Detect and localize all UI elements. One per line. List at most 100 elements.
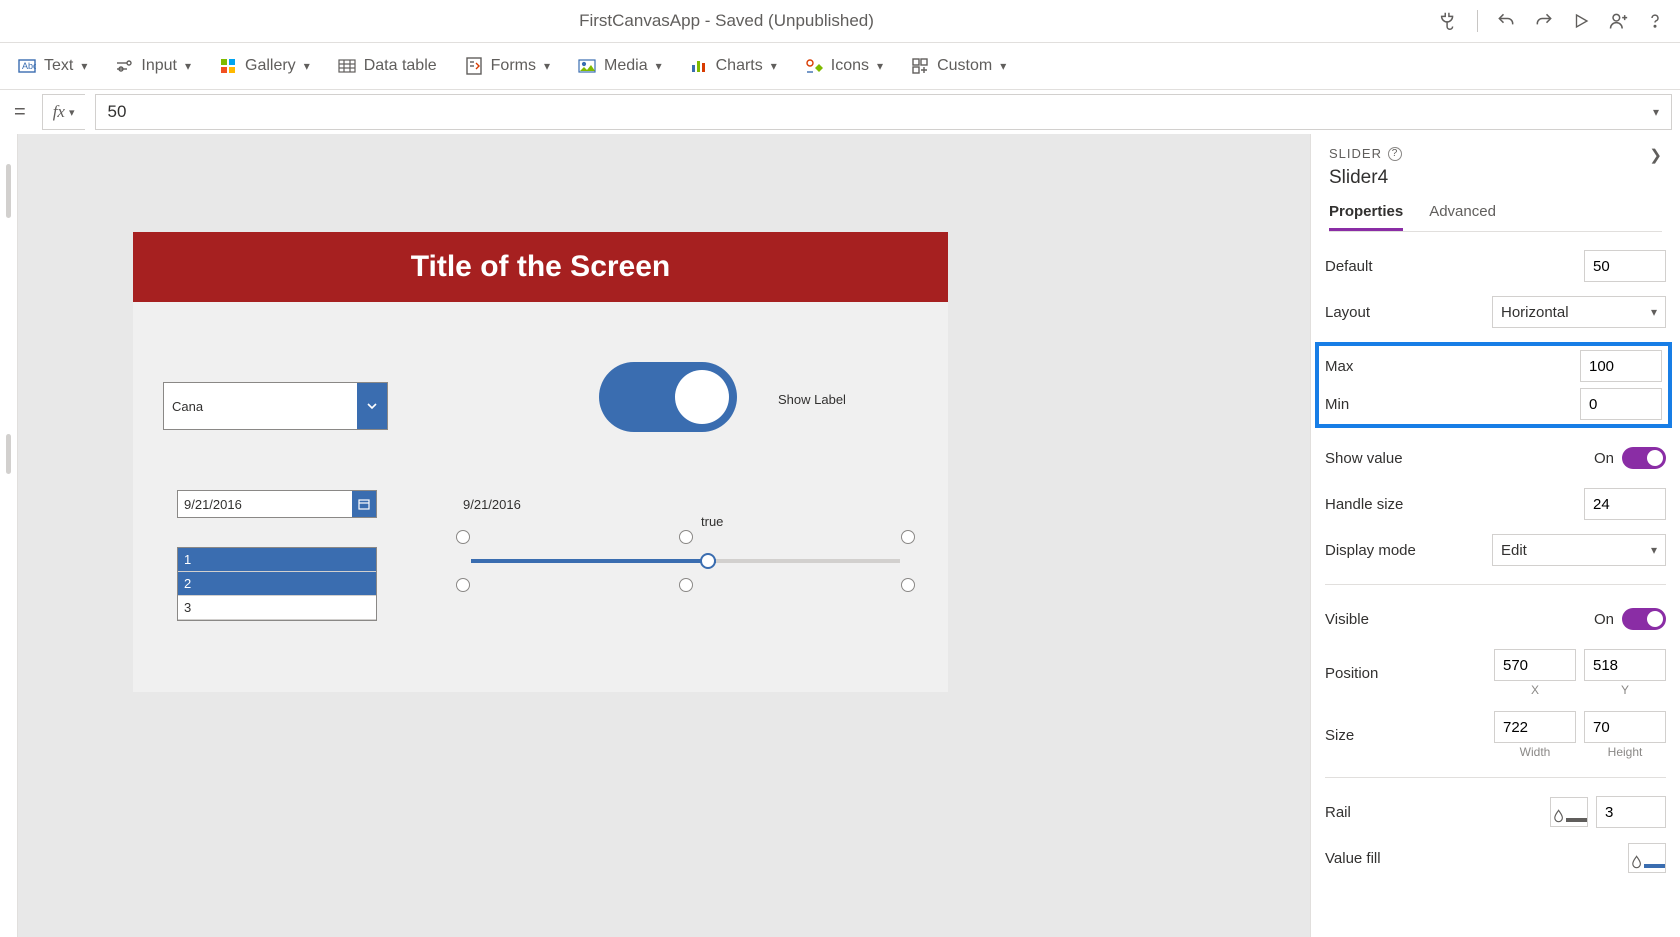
display-mode-value: Edit [1501,542,1527,559]
left-rail[interactable] [0,134,18,937]
screen-title-label[interactable]: Title of the Screen [133,232,948,302]
help-icon[interactable] [1646,10,1664,32]
chevron-down-icon: ▾ [1651,305,1657,319]
chevron-down-icon: ▾ [185,59,191,73]
handle-size-input[interactable] [1584,488,1666,520]
rail-input[interactable] [1596,796,1666,828]
date-picker-control[interactable]: 9/21/2016 [177,490,377,518]
dropdown-control[interactable]: Cana [163,382,388,430]
undo-icon[interactable] [1496,11,1516,31]
listbox-control[interactable]: 1 2 3 [177,547,377,621]
layout-select[interactable]: Horizontal ▾ [1492,296,1666,328]
show-value-toggle[interactable] [1622,447,1666,469]
text-icon: Abc [18,57,36,75]
value-fill-color-swatch[interactable] [1628,843,1666,873]
resize-handle[interactable] [679,530,693,544]
ribbon-input-label: Input [141,57,177,75]
collapse-pane-icon[interactable]: ❯ [1649,146,1662,164]
list-item[interactable]: 3 [178,596,376,620]
prop-label: Value fill [1325,850,1381,867]
resize-handle[interactable] [901,578,915,592]
formula-bar: = fx▾ 50 ▾ [0,90,1680,134]
prop-label: Position [1325,665,1378,682]
ribbon-charts-label: Charts [716,57,763,75]
default-input[interactable] [1584,250,1666,282]
slider-value-label[interactable]: true [701,514,723,529]
media-icon [578,57,596,75]
insert-ribbon: Abc Text ▾ Input ▾ Gallery▾ Data table For… [0,42,1680,90]
calendar-icon[interactable] [352,491,376,517]
formula-input[interactable]: 50 ▾ [95,94,1673,130]
canvas-screen[interactable]: Title of the Screen Cana Show Label 9/21… [133,232,948,692]
canvas-area[interactable]: Title of the Screen Cana Show Label 9/21… [18,134,1310,937]
slider-thumb[interactable] [700,553,716,569]
height-input[interactable] [1584,711,1666,743]
ribbon-text[interactable]: Abc Text ▾ [18,57,87,75]
ribbon-custom-label: Custom [937,57,992,75]
prop-label: Visible [1325,611,1369,628]
account-icon[interactable] [1608,11,1628,31]
control-name[interactable]: Slider4 [1329,167,1662,189]
redo-icon[interactable] [1534,11,1554,31]
resize-handle[interactable] [901,530,915,544]
help-icon[interactable]: ? [1388,147,1402,161]
prop-display-mode: Display mode Edit▾ [1325,534,1666,566]
svg-text:Abc: Abc [22,61,36,71]
prop-position: Position X Y [1325,649,1666,697]
prop-size: Size Width Height [1325,711,1666,759]
app-title: FirstCanvasApp - Saved (Unpublished) [16,11,1437,31]
visible-toggle[interactable] [1622,608,1666,630]
width-sublabel: Width [1520,745,1551,759]
rail-color-swatch[interactable] [1550,797,1588,827]
chevron-down-icon: ▾ [1651,543,1657,557]
health-check-icon[interactable] [1437,10,1459,32]
canvas-body: Cana Show Label 9/21/2016 9/21/2016 true… [133,302,948,692]
tab-properties[interactable]: Properties [1329,203,1403,231]
prop-label: Max [1325,358,1353,375]
play-icon[interactable] [1572,12,1590,30]
gallery-icon [219,57,237,75]
list-item[interactable]: 2 [178,572,376,596]
width-input[interactable] [1494,711,1576,743]
display-mode-select[interactable]: Edit ▾ [1492,534,1666,566]
min-input[interactable] [1580,388,1662,420]
chevron-down-icon: ▾ [81,59,87,73]
prop-label: Size [1325,727,1354,744]
date-display-label[interactable]: 9/21/2016 [463,497,521,512]
ribbon-media[interactable]: Media▾ [578,57,662,75]
list-item[interactable]: 1 [178,548,376,572]
ribbon-forms[interactable]: Forms ▾ [465,57,550,75]
ribbon-text-label: Text [44,57,73,75]
chevron-down-icon: ▾ [304,59,310,73]
formula-property-dropdown[interactable]: fx▾ [42,94,85,130]
toggle-label[interactable]: Show Label [778,392,846,407]
workspace: Title of the Screen Cana Show Label 9/21… [0,134,1680,937]
layout-value: Horizontal [1501,304,1569,321]
tab-advanced[interactable]: Advanced [1429,203,1496,231]
ribbon-charts[interactable]: Charts ▾ [690,57,777,75]
chevron-down-icon: ▾ [877,59,883,73]
ribbon-custom[interactable]: Custom▾ [911,57,1006,75]
formula-equals-icon: = [8,101,32,124]
ribbon-input[interactable]: Input ▾ [115,57,191,75]
max-input[interactable] [1580,350,1662,382]
resize-handle[interactable] [679,578,693,592]
properties-tabs: Properties Advanced [1329,203,1662,232]
ribbon-icons[interactable]: Icons ▾ [805,57,883,75]
resize-handle[interactable] [456,530,470,544]
toggle-control[interactable] [599,362,737,432]
ribbon-forms-label: Forms [491,57,536,75]
position-x-input[interactable] [1494,649,1576,681]
formula-value: 50 [108,102,127,122]
position-y-input[interactable] [1584,649,1666,681]
slider-fill [471,559,716,563]
ribbon-icons-label: Icons [831,57,869,75]
prop-min: Min [1325,388,1662,420]
resize-handle[interactable] [456,578,470,592]
ribbon-gallery[interactable]: Gallery▾ [219,57,310,75]
ribbon-data-table[interactable]: Data table [338,57,437,75]
dropdown-chevron-icon[interactable] [357,383,387,429]
slider-control-selected[interactable] [463,537,908,585]
chevron-down-icon: ▾ [771,59,777,73]
chevron-down-icon: ▾ [544,59,550,73]
